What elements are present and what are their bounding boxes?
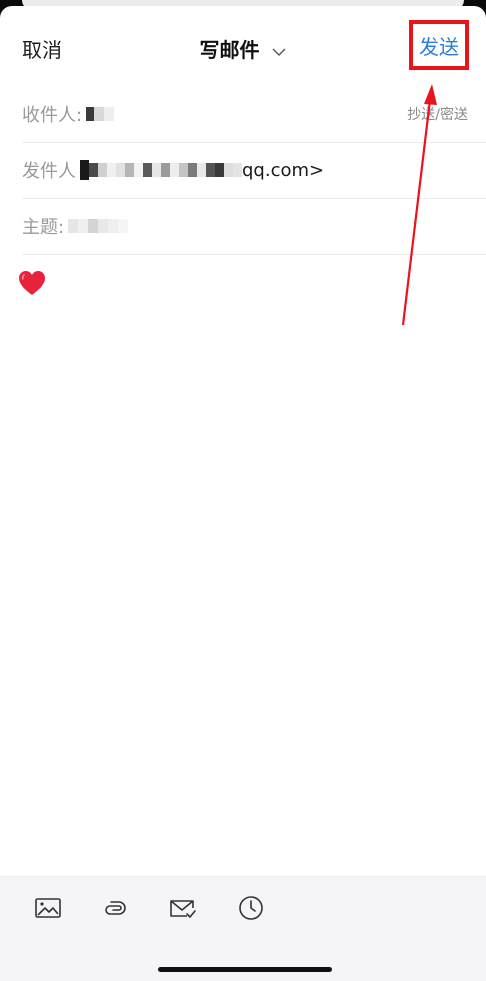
subject-label: 主题: [22, 217, 65, 238]
subject-field[interactable] [68, 219, 129, 233]
recipient-label: 收件人: [22, 105, 83, 126]
cc-bcc-link[interactable]: 抄送/密送 [407, 104, 468, 124]
heart-emoji-icon [19, 271, 45, 295]
sender-address-suffix: qq.com> [242, 159, 325, 181]
chevron-down-icon [272, 38, 286, 62]
sender-field[interactable]: qq.com> [80, 160, 324, 181]
sender-row[interactable]: 发件人 qq.com> [22, 142, 486, 199]
attachment-icon[interactable] [100, 893, 130, 923]
sender-label: 发件人 [22, 161, 76, 182]
mail-body[interactable] [18, 270, 468, 870]
send-button[interactable]: 发送 [409, 20, 469, 70]
mail-check-icon[interactable] [167, 893, 197, 923]
recipient-row[interactable]: 收件人: 抄送/密送 [22, 86, 486, 143]
page-title-text: 写邮件 [199, 38, 260, 62]
compose-sheet: 取消 写邮件 发送 收件人: 抄送/密送 发件人 qq.com> 主题: [0, 6, 486, 981]
home-indicator[interactable] [158, 967, 332, 972]
clock-icon[interactable] [236, 893, 266, 923]
nav-bar: 取消 写邮件 发送 [0, 6, 486, 86]
send-button-label: 发送 [419, 34, 459, 59]
image-icon[interactable] [33, 893, 63, 923]
subject-row[interactable]: 主题: [22, 198, 486, 255]
recipient-field[interactable] [86, 107, 115, 121]
bottom-toolbar [0, 876, 486, 981]
